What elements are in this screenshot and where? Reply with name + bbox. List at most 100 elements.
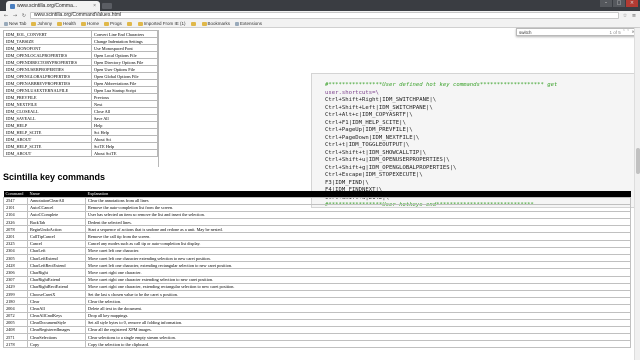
cell-exp: Set all style bytes to 0, remove all fol… (85, 318, 631, 327)
page-icon (4, 21, 8, 26)
table-row: 2004 ClearAll Delete all text in the docum… (3, 304, 631, 313)
cell-name: CharLeftRectExtend (27, 261, 86, 270)
idm-id-cell: IDM_SAVEALL (3, 114, 92, 122)
idm-id-cell: IDM_NEXTFILE (3, 100, 92, 108)
cell-num: 2326 (3, 218, 28, 227)
close-window-icon[interactable]: × (626, 0, 638, 7)
cell-exp: Clear all the registered XPM images. (85, 325, 631, 335)
idm-row: IDM_OPENUSERPROPERTIES Open User Options … (3, 65, 158, 73)
table-row: 2005 ClearDocumentStyle Set all style byte… (3, 318, 631, 327)
code-line: Ctrl+Alt+c|IDM_COPYASRTF|\ (325, 112, 413, 118)
table-row: 2306 CharRight Move caret right one charac… (3, 268, 631, 277)
find-input[interactable]: switch (519, 30, 607, 35)
idm-desc-cell: Sci Help (91, 128, 158, 136)
bookmark-item[interactable]: New Tab (4, 21, 26, 26)
table-row: 2547 AnnotationClearAll Clear the annotati… (3, 196, 631, 205)
idm-id-cell: IDM_OPENLUAEXTERNALFILE (3, 86, 92, 94)
bookmark-item[interactable]: Home (80, 21, 99, 26)
find-next-icon[interactable]: ˅ (627, 30, 629, 35)
cell-exp: Clear the selection. (85, 297, 631, 306)
scrollbar-thumb[interactable] (636, 148, 640, 174)
idm-desc-cell: Previous (91, 93, 158, 101)
cell-exp: Clear selections to a single empty strea… (85, 333, 631, 342)
bookmark-item[interactable]: Bookmarks (201, 21, 230, 26)
cell-num: 2178 (3, 340, 28, 349)
idm-desc-cell: Save All (91, 114, 158, 122)
idm-row: IDM_ABOUT About SciTE (3, 149, 158, 157)
cell-name: CharRightExtend (27, 275, 86, 284)
new-tab-button[interactable] (102, 3, 112, 9)
code-line: user.shortcuts=\ (325, 89, 379, 96)
cell-num: 2547 (3, 196, 28, 205)
code-line: Ctrl+PageUp|IDM_PREVFILE|\ (325, 127, 413, 133)
cell-num: 2005 (3, 318, 28, 327)
table-divider (158, 30, 159, 167)
cell-num: 2004 (3, 304, 28, 313)
bookmark-item[interactable]: Health (56, 21, 76, 26)
idm-id-cell: IDM_CLOSEALL (3, 107, 92, 115)
idm-desc-cell: Change Indentation Settings (91, 37, 158, 45)
cell-name: AutoCCancel (27, 203, 86, 212)
tab-close-icon[interactable]: × (93, 3, 96, 9)
code-text: #****************User defined hot key co… (325, 82, 557, 207)
cell-name: AutoCComplete (27, 210, 86, 220)
page-scrollbar[interactable] (634, 28, 640, 360)
idm-id-cell: IDM_HELP (3, 121, 92, 129)
cell-exp: Move caret left one character. (85, 246, 631, 256)
code-line: Ctrl+PageDown|IDM_NEXTFILE|\ (325, 134, 420, 141)
address-bar[interactable]: www.scintilla.org/CommandValues.html (30, 12, 619, 19)
cell-exp: Move caret left one character, extending… (85, 261, 631, 270)
code-line: Ctrl+Shift+u|IDM_OPENUSERPROPERTIES|\ (325, 157, 450, 163)
menu-icon[interactable]: ≡ (631, 13, 637, 19)
bookmark-star-icon[interactable]: ☆ (622, 13, 628, 19)
idm-row: IDM_EOL_CONVERT Convert Line End Characte… (3, 30, 158, 38)
cell-name: AnnotationClearAll (27, 196, 86, 205)
code-line: Ctrl+Shift+t|IDM_SHOWCALLTIP|\ (325, 149, 427, 156)
table-row: 2104 AutoCComplete User has selected an it… (3, 210, 631, 220)
cell-name: ClearDocumentStyle (27, 318, 86, 327)
cell-num: 2306 (3, 268, 28, 277)
browser-tab[interactable]: www.scintilla.org/Comma... × (6, 1, 100, 11)
folder-icon (126, 21, 132, 26)
cell-name: Clear (27, 297, 86, 306)
cell-num: 2307 (3, 275, 28, 284)
bookmarks-bar: New Tab Johnny Health Home Progs Importe… (0, 20, 640, 28)
folder-icon (201, 21, 207, 26)
bookmark-item[interactable]: Imported From IE (1) (137, 21, 186, 26)
bookmark-item[interactable]: Johnny (31, 21, 52, 26)
cell-exp: Start a sequence of actions that is undo… (85, 225, 631, 234)
maximize-icon[interactable]: □ (613, 0, 625, 7)
table-row: 2325 Cancel Cancel any modes such as call … (3, 239, 631, 248)
back-icon[interactable]: ← (3, 13, 9, 19)
bookmark-item[interactable]: Extensions (235, 21, 262, 26)
table-row: 2408 ClearRegisteredImages Clear all the r… (3, 325, 631, 335)
cell-exp: Remove the call tip from the screen. (85, 232, 631, 241)
code-line: Ctrl+F1|IDM_HELP_SCITE|\ (325, 119, 406, 126)
table-row: 2326 BackTab Dedent the selected lines. (3, 218, 631, 227)
idm-row: IDM_HELP_SCITE SciTE Help (3, 142, 158, 150)
cell-exp: Move caret right one character extending… (85, 275, 631, 284)
bookmark-item[interactable]: Progs (103, 21, 122, 26)
reload-icon[interactable]: ↻ (21, 13, 27, 19)
idm-row: IDM_OPENGLOBALPROPERTIES Open Global Opti… (3, 72, 158, 80)
cell-name: Copy (27, 340, 86, 349)
cell-name: CharRightRectExtend (27, 282, 86, 291)
idm-id-cell: IDM_HELP_SCITE (3, 142, 92, 150)
bookmark-item[interactable] (126, 21, 133, 26)
minimize-icon[interactable]: – (600, 0, 612, 7)
idm-row: IDM_PREVFILE Previous (3, 93, 158, 101)
forward-icon[interactable]: → (12, 13, 18, 19)
code-block: #****************User defined hot key co… (311, 73, 640, 208)
code-line: Ctrl+Escape|IDM_STOPEXECUTE|\ (325, 172, 423, 178)
idm-row: IDM_CLOSEALL Close All (3, 107, 158, 115)
bookmark-item[interactable] (190, 21, 197, 26)
cell-exp: Delete all text in the document. (85, 304, 631, 313)
cell-num: 2428 (3, 261, 28, 270)
cell-num: 2101 (3, 203, 28, 212)
find-prev-icon[interactable]: ˄ (623, 30, 625, 35)
idm-desc-cell: Open Global Options File (91, 72, 158, 80)
section-heading: Scintilla key commands (3, 172, 106, 182)
tab-strip: www.scintilla.org/Comma... × – □ × (0, 0, 640, 11)
idm-row: IDM_NEXTFILE Next (3, 100, 158, 108)
cell-num: 2104 (3, 210, 28, 220)
